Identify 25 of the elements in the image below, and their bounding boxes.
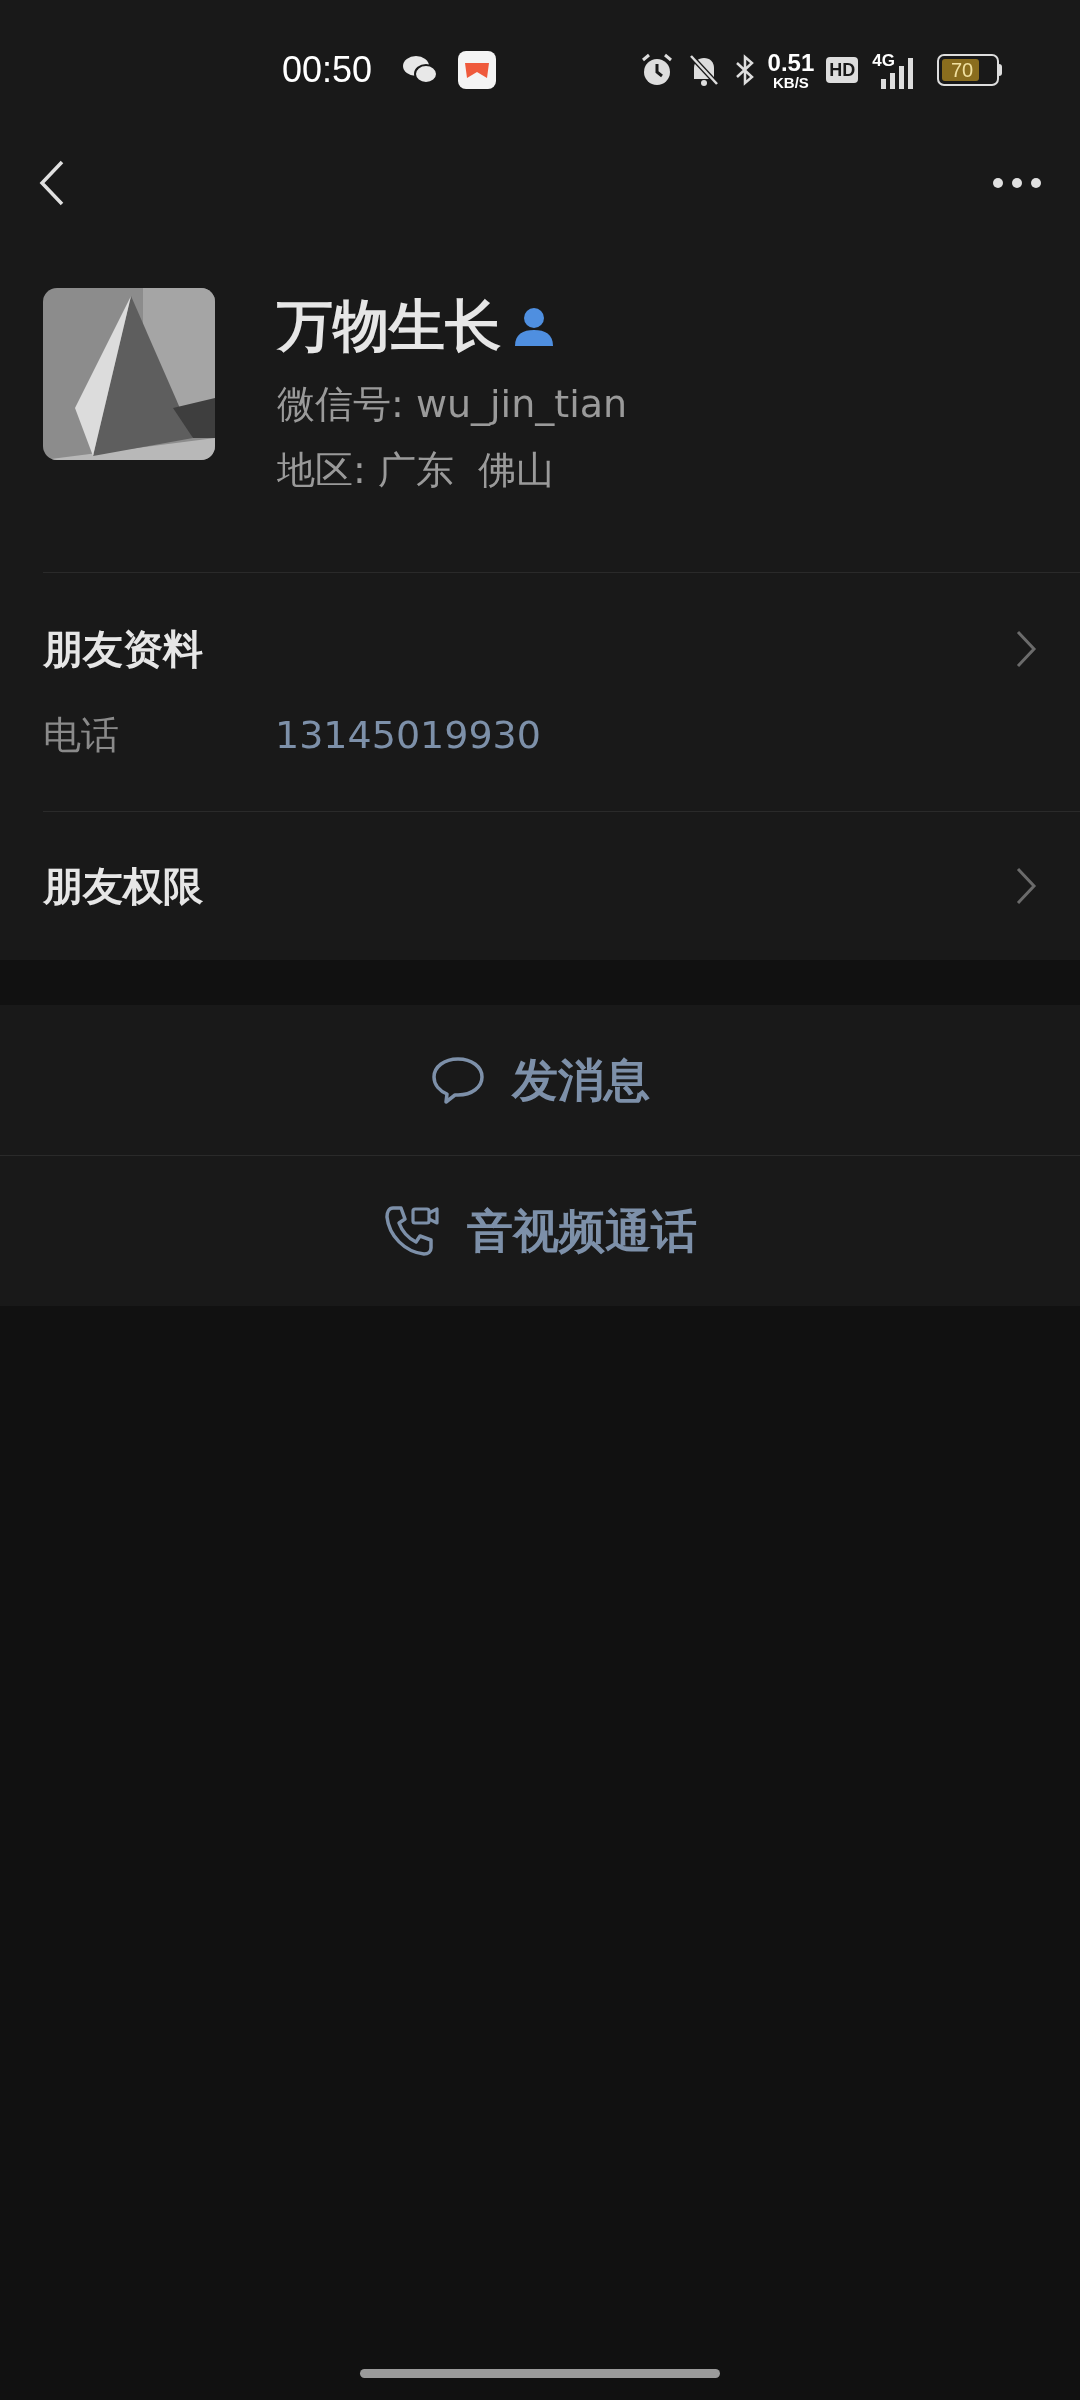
friend-permissions-title: 朋友权限 xyxy=(43,862,203,911)
wechat-id: 微信号: wu_jin_tian xyxy=(277,381,628,428)
phone-number: 13145019930 xyxy=(275,712,541,759)
muted-bell-icon xyxy=(687,53,720,87)
phone-video-icon xyxy=(383,1203,441,1259)
contact-name: 万物生长 xyxy=(277,292,501,360)
alarm-icon xyxy=(639,53,674,87)
person-icon xyxy=(513,306,555,346)
network-speed: 0.51 xyxy=(767,50,815,75)
back-icon[interactable] xyxy=(38,158,66,207)
network-speed-unit: KB/S xyxy=(773,74,809,90)
action-button[interactable]: 音视频通话 xyxy=(0,1156,1080,1306)
hd-badge: HD xyxy=(826,57,859,83)
chevron-right-icon xyxy=(1015,866,1037,906)
chat-bubble-icon xyxy=(430,1055,486,1105)
battery-percent: 70 xyxy=(951,58,974,82)
network-type: 4G xyxy=(872,50,895,72)
region: 地区: 广东 佛山 xyxy=(277,447,556,494)
friend-info-title: 朋友资料 xyxy=(43,625,204,674)
action-button[interactable]: 发消息 xyxy=(0,1005,1080,1155)
game-app-icon xyxy=(458,51,497,89)
more-icon[interactable] xyxy=(992,176,1042,189)
status-time: 00:50 xyxy=(282,48,373,92)
phone-label: 电话 xyxy=(43,712,120,759)
chevron-right-icon xyxy=(1015,629,1037,669)
